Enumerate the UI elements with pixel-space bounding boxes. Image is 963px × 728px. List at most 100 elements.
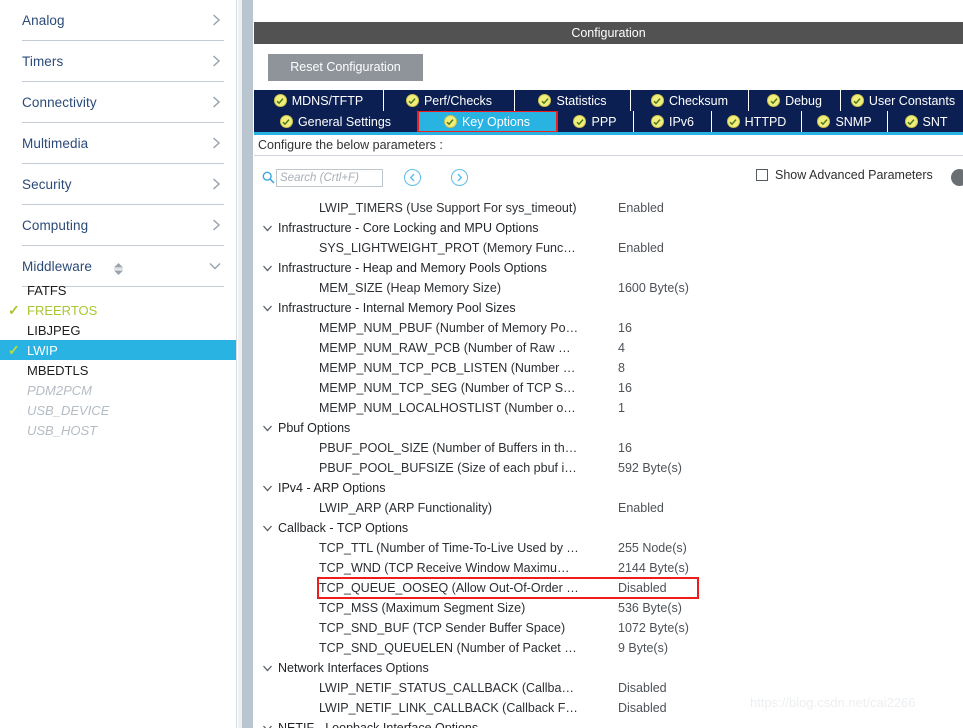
tab-checksum[interactable]: Checksum bbox=[631, 90, 749, 111]
parameter-row[interactable]: LWIP_TIMERS (Use Support For sys_timeout… bbox=[254, 198, 963, 218]
check-badge-icon bbox=[904, 115, 918, 128]
middleware-item-libjpeg[interactable]: LIBJPEG bbox=[0, 320, 236, 340]
spinner-up-down-icon[interactable] bbox=[0, 258, 236, 280]
chevron-right-icon[interactable] bbox=[211, 54, 222, 68]
parameter-value[interactable]: 16 bbox=[618, 321, 632, 335]
middleware-item-usb_host[interactable]: USB_HOST bbox=[0, 420, 236, 440]
middleware-item-freertos[interactable]: ✓ FREERTOS bbox=[0, 300, 236, 320]
parameter-row[interactable]: MEMP_NUM_TCP_SEG (Number of TCP Segme...… bbox=[254, 378, 963, 398]
tab-ppp[interactable]: PPP bbox=[557, 111, 634, 132]
parameter-row[interactable]: TCP_SND_BUF (TCP Sender Buffer Space) 107… bbox=[254, 618, 963, 638]
middleware-item-lwip[interactable]: ✓ LWIP bbox=[0, 340, 236, 360]
parameter-row[interactable]: MEMP_NUM_LOCALHOSTLIST (Number of Host..… bbox=[254, 398, 963, 418]
parameter-value[interactable]: 9 Byte(s) bbox=[618, 641, 668, 655]
chevron-down-icon[interactable] bbox=[262, 664, 278, 673]
parameter-row[interactable]: TCP_WND (TCP Receive Window Maximum Size… bbox=[254, 558, 963, 578]
show-advanced-parameters-checkbox[interactable]: Show Advanced Parameters bbox=[756, 168, 933, 182]
parameter-value[interactable]: 4 bbox=[618, 341, 625, 355]
sidebar-category-computing[interactable]: Computing bbox=[22, 205, 224, 246]
tab-snmp[interactable]: SNMP bbox=[802, 111, 888, 132]
tab-snt[interactable]: SNT bbox=[888, 111, 963, 132]
middleware-item-fatfs[interactable]: FATFS bbox=[0, 280, 236, 300]
parameter-value[interactable]: Enabled bbox=[618, 201, 664, 215]
parameter-value[interactable]: 16 bbox=[618, 381, 632, 395]
chevron-right-icon[interactable] bbox=[211, 218, 222, 232]
tab-httpd[interactable]: HTTPD bbox=[712, 111, 802, 132]
parameter-row[interactable]: MEMP_NUM_TCP_PCB_LISTEN (Number of Lis..… bbox=[254, 358, 963, 378]
parameter-group-header[interactable]: Network Interfaces Options bbox=[254, 658, 963, 678]
circle-knob-icon[interactable] bbox=[951, 169, 963, 186]
parameter-value[interactable]: 536 Byte(s) bbox=[618, 601, 682, 615]
sidebar-category-multimedia[interactable]: Multimedia bbox=[22, 123, 224, 164]
parameter-value[interactable]: 16 bbox=[618, 441, 632, 455]
parameter-value[interactable]: Disabled bbox=[618, 681, 667, 695]
tab-key-options[interactable]: Key Options bbox=[417, 111, 558, 132]
parameter-group-header[interactable]: IPv4 - ARP Options bbox=[254, 478, 963, 498]
parameter-group-header[interactable]: Infrastructure - Core Locking and MPU Op… bbox=[254, 218, 963, 238]
parameter-value[interactable]: 1072 Byte(s) bbox=[618, 621, 689, 635]
middleware-item-pdm2pcm[interactable]: PDM2PCM bbox=[0, 380, 236, 400]
middleware-item-mbedtls[interactable]: MBEDTLS bbox=[0, 360, 236, 380]
panel-scrollbar[interactable] bbox=[238, 0, 253, 728]
parameter-row[interactable]: MEM_SIZE (Heap Memory Size) 1600 Byte(s) bbox=[254, 278, 963, 298]
tab-user-constants[interactable]: User Constants bbox=[841, 90, 963, 111]
parameter-row[interactable]: LWIP_ARP (ARP Functionality) Enabled bbox=[254, 498, 963, 518]
parameter-row[interactable]: TCP_MSS (Maximum Segment Size) 536 Byte(s… bbox=[254, 598, 963, 618]
tab-general-settings[interactable]: General Settings bbox=[254, 111, 418, 132]
parameter-row[interactable]: TCP_TTL (Number of Time-To-Live Used by … bbox=[254, 538, 963, 558]
chevron-down-icon[interactable] bbox=[262, 424, 278, 433]
chevron-right-icon[interactable] bbox=[211, 95, 222, 109]
search-icon bbox=[262, 171, 275, 189]
parameter-group-header[interactable]: Infrastructure - Internal Memory Pool Si… bbox=[254, 298, 963, 318]
sidebar-category-analog[interactable]: Analog bbox=[22, 0, 224, 41]
parameter-group-header[interactable]: Infrastructure - Heap and Memory Pools O… bbox=[254, 258, 963, 278]
chevron-right-icon[interactable] bbox=[211, 177, 222, 191]
chevron-left-circle-icon[interactable] bbox=[404, 169, 421, 186]
parameter-row[interactable]: PBUF_POOL_BUFSIZE (Size of each pbuf in … bbox=[254, 458, 963, 478]
configuration-screen: Analog Timers Connectivity Multimedia Securi… bbox=[0, 0, 963, 728]
checkbox-box[interactable] bbox=[756, 169, 768, 181]
chevron-down-icon[interactable] bbox=[262, 524, 278, 533]
parameter-row[interactable]: MEMP_NUM_RAW_PCB (Number of Raw Proto...… bbox=[254, 338, 963, 358]
search-input[interactable] bbox=[276, 169, 383, 187]
parameter-value[interactable]: 2144 Byte(s) bbox=[618, 561, 689, 575]
tab-ipv6[interactable]: IPv6 bbox=[634, 111, 712, 132]
parameter-group-header[interactable]: NETIF - Loopback Interface Options bbox=[254, 718, 963, 728]
chevron-down-icon[interactable] bbox=[262, 264, 278, 273]
parameter-value[interactable]: Enabled bbox=[618, 241, 664, 255]
sidebar-category-connectivity[interactable]: Connectivity bbox=[22, 82, 224, 123]
parameter-name: TCP_MSS (Maximum Segment Size) bbox=[319, 601, 526, 615]
parameter-row[interactable]: SYS_LIGHTWEIGHT_PROT (Memory Functions .… bbox=[254, 238, 963, 258]
parameter-row[interactable]: TCP_QUEUE_OOSEQ (Allow Out-Of-Order Inco… bbox=[254, 578, 963, 598]
chevron-right-icon[interactable] bbox=[211, 136, 222, 150]
parameter-group-header[interactable]: Pbuf Options bbox=[254, 418, 963, 438]
parameter-value[interactable]: Disabled bbox=[618, 701, 667, 715]
parameter-value[interactable]: 1600 Byte(s) bbox=[618, 281, 689, 295]
chevron-right-icon[interactable] bbox=[211, 13, 222, 27]
parameter-value[interactable]: Disabled bbox=[618, 581, 667, 595]
parameter-value[interactable]: 255 Node(s) bbox=[618, 541, 687, 555]
parameter-value[interactable]: 592 Byte(s) bbox=[618, 461, 682, 475]
tab-debug[interactable]: Debug bbox=[749, 90, 841, 111]
chevron-down-icon[interactable] bbox=[262, 724, 278, 728]
parameter-group-header[interactable]: Callback - TCP Options bbox=[254, 518, 963, 538]
parameter-row[interactable]: TCP_SND_QUEUELEN (Number of Packet Buffe… bbox=[254, 638, 963, 658]
tab-perf-checks[interactable]: Perf/Checks bbox=[384, 90, 515, 111]
chevron-right-circle-icon[interactable] bbox=[451, 169, 468, 186]
tab-mdns-tftp[interactable]: MDNS/TFTP bbox=[254, 90, 384, 111]
chevron-down-icon[interactable] bbox=[262, 304, 278, 313]
middleware-item-usb_device[interactable]: USB_DEVICE bbox=[0, 400, 236, 420]
tab-label: PPP bbox=[591, 114, 617, 129]
tab-statistics[interactable]: Statistics bbox=[515, 90, 631, 111]
chevron-down-icon[interactable] bbox=[262, 224, 278, 233]
parameter-row[interactable]: MEMP_NUM_PBUF (Number of Memory Pool st.… bbox=[254, 318, 963, 338]
parameter-value[interactable]: 1 bbox=[618, 401, 625, 415]
chevron-down-icon[interactable] bbox=[262, 484, 278, 493]
sidebar-category-security[interactable]: Security bbox=[22, 164, 224, 205]
parameter-row[interactable]: PBUF_POOL_SIZE (Number of Buffers in the… bbox=[254, 438, 963, 458]
parameter-value[interactable]: 8 bbox=[618, 361, 625, 375]
parameter-value[interactable]: Enabled bbox=[618, 501, 664, 515]
sidebar-category-timers[interactable]: Timers bbox=[22, 41, 224, 82]
panel-scrollbar-thumb[interactable] bbox=[242, 0, 253, 728]
reset-configuration-button[interactable]: Reset Configuration bbox=[268, 54, 423, 81]
